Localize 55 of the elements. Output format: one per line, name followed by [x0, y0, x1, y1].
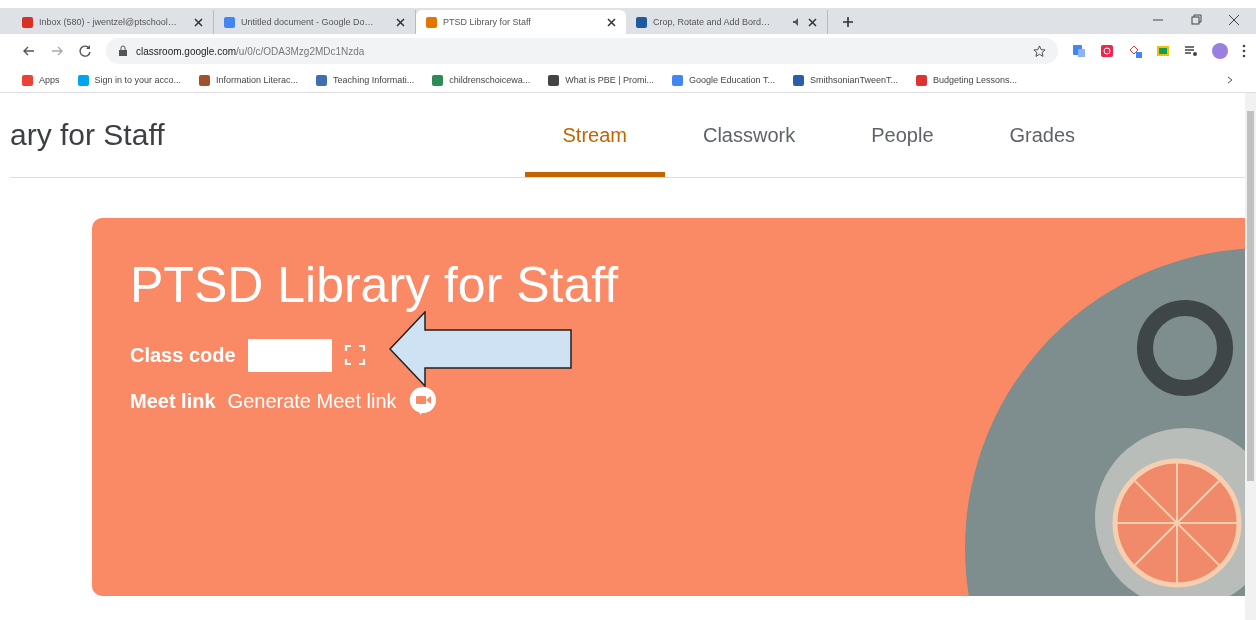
close-icon[interactable] [607, 17, 616, 27]
bookmark-item[interactable]: SmithsonianTweenT... [792, 74, 898, 86]
bookmark-icon [199, 74, 211, 86]
class-nav-tab[interactable]: Classwork [665, 93, 834, 177]
tab-favicon-icon [224, 16, 235, 28]
browser-tab[interactable]: Untitled document - Google Do… [214, 10, 416, 34]
class-code-label: Class code [130, 343, 236, 367]
bookmark-item[interactable]: What is PBE | Promi... [548, 74, 655, 86]
extension-icon[interactable] [1100, 44, 1114, 58]
bookmark-icon [77, 74, 89, 86]
extension-icon[interactable] [1156, 44, 1170, 58]
menu-icon[interactable] [1242, 44, 1246, 58]
bookmark-item[interactable]: Sign in to your acco... [77, 74, 182, 86]
bookmark-item[interactable]: Apps [22, 74, 60, 86]
banner-title: PTSD Library for Staff [130, 256, 620, 314]
extension-icon[interactable] [1128, 44, 1142, 58]
bookmark-icon [22, 74, 33, 86]
new-tab-icon[interactable] [842, 16, 854, 28]
class-title: ary for Staff [10, 118, 165, 152]
chevron-icon[interactable] [1226, 76, 1234, 84]
media-icon[interactable] [1184, 44, 1198, 58]
bookmark-icon [316, 74, 328, 86]
back-icon[interactable] [22, 44, 36, 58]
bookmark-icon [916, 74, 927, 86]
bookmark-icon [792, 74, 804, 86]
class-nav-tab[interactable]: Grades [971, 93, 1114, 177]
scrollbar[interactable] [1245, 93, 1256, 620]
class-nav-tab[interactable]: People [833, 93, 972, 177]
bookmark-item[interactable]: childrenschoicewa... [432, 74, 531, 86]
extension-icon[interactable] [1072, 44, 1086, 58]
bookmark-item[interactable]: Budgeting Lessons... [916, 74, 1018, 86]
bookmark-icon [672, 74, 684, 86]
lock-icon [118, 45, 128, 57]
close-icon[interactable] [194, 17, 203, 27]
class-nav-tab[interactable]: Stream [524, 93, 665, 177]
browser-tab[interactable]: PTSD Library for Staff [416, 10, 626, 34]
star-icon[interactable] [1033, 44, 1046, 58]
meet-link-label: Meet link [130, 389, 216, 413]
close-icon[interactable] [396, 17, 405, 27]
bookmark-item[interactable]: Google Education T... [672, 74, 775, 86]
bookmark-item[interactable]: Information Literac... [199, 74, 299, 86]
tab-favicon-icon [636, 16, 647, 28]
restore-icon[interactable] [1190, 14, 1202, 26]
tab-favicon-icon [22, 16, 33, 28]
address-bar[interactable]: classroom.google.com/u/0/c/ODA3Mzg2MDc1Nzda [106, 38, 1058, 64]
close-icon[interactable] [808, 17, 817, 27]
browser-tab[interactable]: Crop, Rotate and Add Bord… [626, 10, 828, 34]
profile-avatar[interactable] [1212, 43, 1228, 59]
bookmark-item[interactable]: Teaching Informati... [316, 74, 415, 86]
reload-icon[interactable] [78, 44, 92, 58]
close-icon[interactable] [1228, 14, 1240, 26]
browser-tab[interactable]: Inbox (580) - jwentzel@ptschool… [12, 10, 214, 34]
tab-favicon-icon [426, 16, 437, 28]
bookmark-icon [548, 74, 560, 86]
bookmark-icon [432, 74, 444, 86]
